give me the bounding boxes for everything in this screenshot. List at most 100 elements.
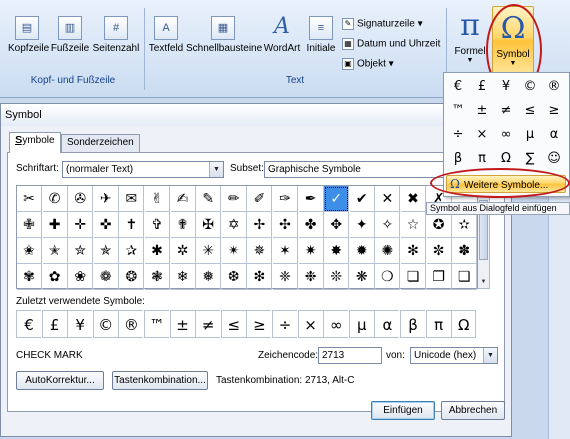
kopfzeile-button[interactable]: ▤ Kopfzeile [8, 16, 49, 54]
recent-symbol-cell[interactable]: £ [41, 310, 67, 338]
dropdown-symbol-cell[interactable]: ™ [447, 100, 469, 122]
dropdown-symbol-cell[interactable]: × [471, 124, 493, 146]
recent-symbol-cell[interactable]: ÷ [272, 310, 297, 338]
symbol-cell[interactable]: ✽ [452, 238, 478, 264]
symbol-cell[interactable]: ✖ [401, 186, 426, 212]
symbol-cell[interactable]: ✟ [170, 212, 196, 238]
symbol-cell[interactable]: ❋ [349, 264, 375, 290]
recent-symbol-cell[interactable]: α [374, 310, 400, 338]
symbol-cell[interactable]: ✣ [273, 212, 298, 238]
dropdown-symbol-cell[interactable]: ∞ [495, 124, 517, 146]
dropdown-symbol-cell[interactable]: ≤ [519, 100, 541, 122]
tab-sonderzeichen[interactable]: Sonderzeichen [61, 134, 140, 152]
dropdown-symbol-cell[interactable]: ∑ [519, 148, 541, 170]
symbol-cell[interactable]: ✈ [93, 186, 119, 212]
symbol-cell[interactable]: ✜ [93, 212, 119, 238]
dropdown-symbol-cell[interactable]: ☺ [543, 148, 565, 170]
symbol-cell[interactable]: ✫ [452, 212, 478, 238]
symbol-cell[interactable]: ✥ [324, 212, 350, 238]
symbol-cell[interactable]: ✼ [426, 238, 452, 264]
symbol-cell[interactable]: ❄ [170, 264, 196, 290]
symbol-cell[interactable]: ❂ [119, 264, 145, 290]
recent-symbol-cell[interactable]: ≥ [246, 310, 272, 338]
dropdown-symbol-cell[interactable]: ≠ [495, 100, 517, 122]
symbol-cell[interactable]: ❈ [273, 264, 298, 290]
symbol-cell[interactable]: ✴ [221, 238, 247, 264]
datum-uhrzeit-button[interactable]: ▦ Datum und Uhrzeit [342, 38, 440, 50]
symbol-cell[interactable]: ✹ [349, 238, 375, 264]
recent-symbol-cell[interactable]: × [297, 310, 323, 338]
symbol-cell[interactable]: ✱ [145, 238, 170, 264]
symbol-cell[interactable]: ❊ [324, 264, 350, 290]
recent-symbol-cell[interactable]: π [425, 310, 451, 338]
dropdown-symbol-cell[interactable]: € [447, 76, 469, 98]
symbol-cell[interactable]: ✢ [247, 212, 273, 238]
dropdown-symbol-cell[interactable]: ≥ [543, 100, 565, 122]
symbol-cell[interactable]: ✕ [375, 186, 401, 212]
symbol-cell[interactable]: ❁ [93, 264, 119, 290]
recent-symbol-cell[interactable]: ¥ [67, 310, 93, 338]
symbol-cell[interactable]: ✉ [119, 186, 145, 212]
recent-symbol-cell[interactable]: ≠ [195, 310, 221, 338]
recent-symbol-cell[interactable]: ≤ [220, 310, 246, 338]
dropdown-symbol-cell[interactable]: β [447, 148, 469, 170]
symbol-cell[interactable]: ✯ [93, 238, 119, 264]
symbol-cell[interactable]: ✒ [298, 186, 324, 212]
textfeld-button[interactable]: A Textfeld [148, 16, 184, 54]
symbol-cell[interactable]: ✮ [68, 238, 94, 264]
symbol-cell[interactable]: ✦ [349, 212, 375, 238]
dropdown-symbol-cell[interactable]: ® [543, 76, 565, 98]
symbol-cell[interactable]: ❆ [221, 264, 247, 290]
symbol-cell[interactable]: ✰ [119, 238, 145, 264]
seitenzahl-button[interactable]: # Seitenzahl [92, 16, 140, 54]
symbol-cell[interactable]: ✵ [247, 238, 273, 264]
recent-symbol-cell[interactable]: ∞ [323, 310, 349, 338]
symbol-cell[interactable]: ✌ [145, 186, 170, 212]
recent-symbol-cell[interactable]: ± [169, 310, 195, 338]
symbol-cell[interactable]: ✐ [247, 186, 273, 212]
symbol-cell[interactable]: ❀ [68, 264, 94, 290]
symbol-cell[interactable]: ✲ [170, 238, 196, 264]
symbol-cell[interactable]: ✬ [17, 238, 42, 264]
symbol-cell[interactable]: ✔ [349, 186, 375, 212]
tab-symbole[interactable]: SSymbole [9, 132, 61, 153]
symbol-cell[interactable]: ✞ [145, 212, 170, 238]
symbol-cell[interactable]: ✡ [221, 212, 247, 238]
symbol-cell[interactable]: ✧ [375, 212, 401, 238]
recent-symbol-cell[interactable]: € [16, 310, 41, 338]
symbol-cell[interactable]: ✭ [42, 238, 68, 264]
schriftart-select[interactable]: (normaler Text) ▼ [62, 161, 224, 178]
zeichencode-input[interactable]: 2713 [318, 347, 382, 364]
dropdown-symbol-cell[interactable]: α [543, 124, 565, 146]
dropdown-symbol-cell[interactable]: ÷ [447, 124, 469, 146]
dropdown-symbol-cell[interactable]: Ω [495, 148, 517, 170]
symbol-cell[interactable]: ✏ [221, 186, 247, 212]
von-select[interactable]: Unicode (hex) ▼ [410, 347, 498, 364]
dropdown-symbol-cell[interactable]: π [471, 148, 493, 170]
abbrechen-button[interactable]: Abbrechen [441, 401, 505, 420]
symbol-cell[interactable]: ❅ [196, 264, 222, 290]
symbol-grid-scrollbar[interactable]: ▲ ▼ [478, 185, 490, 289]
symbol-cell[interactable]: ❏ [401, 264, 426, 290]
symbol-cell[interactable]: ✓ [324, 186, 350, 212]
symbol-cell[interactable]: ❍ [375, 264, 401, 290]
dropdown-symbol-cell[interactable]: £ [471, 76, 493, 98]
fusszeile-button[interactable]: ▥ Fußzeile [50, 16, 90, 54]
symbol-cell[interactable]: ✛ [68, 212, 94, 238]
symbol-cell[interactable]: ✤ [298, 212, 324, 238]
symbol-cell[interactable]: ✺ [375, 238, 401, 264]
recent-symbol-cell[interactable]: Ω [451, 310, 477, 338]
symbol-cell[interactable]: ✶ [273, 238, 298, 264]
recent-symbol-cell[interactable]: ® [118, 310, 144, 338]
symbol-cell[interactable]: ✪ [426, 212, 452, 238]
signaturzeile-button[interactable]: ✎ Signaturzeile ▾ [342, 18, 423, 30]
schnellbausteine-button[interactable]: ▦ Schnellbausteine [186, 16, 262, 54]
symbol-cell[interactable]: ✻ [401, 238, 426, 264]
recent-symbol-cell[interactable]: © [92, 310, 118, 338]
dropdown-symbol-cell[interactable]: ± [471, 100, 493, 122]
symbol-cell[interactable]: ✆ [42, 186, 68, 212]
symbol-cell[interactable]: ✂ [17, 186, 42, 212]
symbol-cell[interactable]: ❇ [247, 264, 273, 290]
symbol-cell[interactable]: ✚ [42, 212, 68, 238]
symbol-cell[interactable]: ✳ [196, 238, 222, 264]
